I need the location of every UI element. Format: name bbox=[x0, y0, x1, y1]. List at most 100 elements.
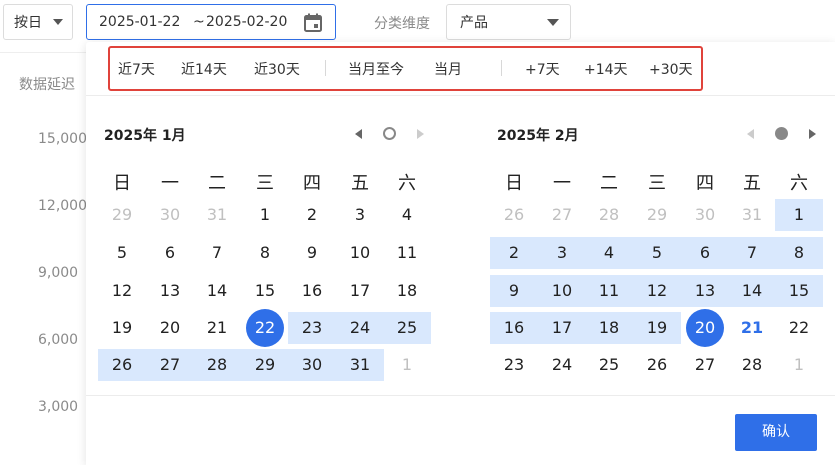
calendar-day[interactable]: 19 bbox=[103, 312, 141, 344]
date-end-value: 2025-02-20 bbox=[206, 14, 288, 30]
calendar-day[interactable]: 12 bbox=[103, 275, 141, 307]
next-month-icon[interactable] bbox=[809, 129, 816, 139]
calendar-day[interactable]: 30 bbox=[151, 199, 189, 231]
chevron-down-icon bbox=[53, 19, 63, 25]
calendar-day[interactable]: 20 bbox=[151, 312, 189, 344]
calendar-day[interactable]: 16 bbox=[495, 312, 533, 344]
calendar-day[interactable]: 21 bbox=[198, 312, 236, 344]
calendar-day[interactable]: 30 bbox=[686, 199, 724, 231]
calendar-day[interactable]: 31 bbox=[198, 199, 236, 231]
calendar-day[interactable]: 23 bbox=[495, 349, 533, 381]
calendar-day[interactable]: 24 bbox=[341, 312, 379, 344]
calendar-day[interactable]: 7 bbox=[733, 237, 771, 269]
calendar-day[interactable]: 28 bbox=[590, 199, 628, 231]
selected-day[interactable]: 20 bbox=[686, 309, 724, 347]
calendar-day[interactable]: 18 bbox=[590, 312, 628, 344]
current-month-icon[interactable] bbox=[383, 127, 396, 140]
chevron-down-icon bbox=[547, 19, 559, 26]
divider bbox=[325, 60, 326, 76]
calendar-day[interactable]: 28 bbox=[198, 349, 236, 381]
quick-range-plus7[interactable]: +7天 bbox=[525, 59, 560, 79]
quick-range-plus30[interactable]: +30天 bbox=[649, 59, 693, 79]
calendar-day[interactable]: 24 bbox=[543, 349, 581, 381]
quick-range-plus14[interactable]: +14天 bbox=[584, 59, 628, 79]
y-tick: 15,000 bbox=[38, 131, 87, 147]
quick-range-last30[interactable]: 近30天 bbox=[254, 59, 300, 79]
calendar-day[interactable]: 23 bbox=[293, 312, 331, 344]
calendar-day[interactable]: 6 bbox=[686, 237, 724, 269]
calendar-day[interactable]: 15 bbox=[780, 275, 818, 307]
calendar-day[interactable]: 5 bbox=[638, 237, 676, 269]
calendar-day[interactable]: 11 bbox=[388, 237, 426, 269]
quick-range-last14[interactable]: 近14天 bbox=[181, 59, 227, 79]
calendar-day[interactable]: 28 bbox=[733, 349, 771, 381]
quick-range-this-month[interactable]: 当月 bbox=[434, 59, 462, 79]
weekday-label: 五 bbox=[743, 173, 761, 194]
calendar-day[interactable]: 1 bbox=[780, 199, 818, 231]
calendar-day[interactable]: 16 bbox=[293, 275, 331, 307]
calendar-day[interactable]: 1 bbox=[388, 349, 426, 381]
calendar-icon[interactable] bbox=[304, 13, 322, 32]
calendar-day[interactable]: 25 bbox=[388, 312, 426, 344]
granularity-select[interactable]: 按日 bbox=[3, 4, 73, 40]
calendar-day[interactable]: 31 bbox=[733, 199, 771, 231]
calendar-day[interactable]: 17 bbox=[341, 275, 379, 307]
calendar-day[interactable]: 3 bbox=[341, 199, 379, 231]
quick-range-month-to-date[interactable]: 当月至今 bbox=[348, 59, 404, 79]
calendar-day[interactable]: 26 bbox=[103, 349, 141, 381]
calendar-day[interactable]: 14 bbox=[733, 275, 771, 307]
calendar-day[interactable]: 25 bbox=[590, 349, 628, 381]
calendar-day[interactable]: 4 bbox=[590, 237, 628, 269]
calendar-day[interactable]: 2 bbox=[495, 237, 533, 269]
calendar-day[interactable]: 12 bbox=[638, 275, 676, 307]
selected-day[interactable]: 22 bbox=[246, 309, 284, 347]
calendar-day[interactable]: 14 bbox=[198, 275, 236, 307]
calendar-day[interactable]: 2 bbox=[293, 199, 331, 231]
calendar-day[interactable]: 17 bbox=[543, 312, 581, 344]
calendar-day[interactable]: 1 bbox=[780, 349, 818, 381]
calendar-day[interactable]: 4 bbox=[388, 199, 426, 231]
calendar-day[interactable]: 19 bbox=[638, 312, 676, 344]
calendar-day[interactable]: 31 bbox=[341, 349, 379, 381]
calendar-day[interactable]: 10 bbox=[341, 237, 379, 269]
calendar-day[interactable]: 9 bbox=[293, 237, 331, 269]
divider bbox=[86, 395, 835, 396]
calendar-day[interactable]: 27 bbox=[686, 349, 724, 381]
calendar-day[interactable]: 26 bbox=[638, 349, 676, 381]
calendar-day[interactable]: 27 bbox=[543, 199, 581, 231]
calendar-day[interactable]: 21 bbox=[733, 312, 771, 344]
calendar-day[interactable]: 6 bbox=[151, 237, 189, 269]
calendar-day[interactable]: 10 bbox=[543, 275, 581, 307]
calendar-day[interactable]: 5 bbox=[103, 237, 141, 269]
calendar-day[interactable]: 7 bbox=[198, 237, 236, 269]
calendar-day[interactable]: 8 bbox=[246, 237, 284, 269]
confirm-button[interactable]: 确认 bbox=[735, 414, 817, 451]
calendar-day[interactable]: 27 bbox=[151, 349, 189, 381]
calendar-day[interactable]: 29 bbox=[103, 199, 141, 231]
calendar-day[interactable]: 13 bbox=[686, 275, 724, 307]
prev-month-icon[interactable] bbox=[747, 129, 754, 139]
calendar-day[interactable]: 11 bbox=[590, 275, 628, 307]
calendar-day[interactable]: 22 bbox=[780, 312, 818, 344]
calendar-day[interactable]: 9 bbox=[495, 275, 533, 307]
prev-month-icon[interactable] bbox=[355, 129, 362, 139]
calendar-day[interactable]: 18 bbox=[388, 275, 426, 307]
calendar-day[interactable]: 26 bbox=[495, 199, 533, 231]
calendar-day[interactable]: 8 bbox=[780, 237, 818, 269]
current-month-icon[interactable] bbox=[775, 127, 788, 140]
category-label: 分类维度 bbox=[374, 16, 430, 32]
category-select[interactable]: 产品 bbox=[446, 4, 571, 40]
next-month-icon[interactable] bbox=[417, 129, 424, 139]
divider bbox=[0, 52, 90, 53]
calendar-day[interactable]: 13 bbox=[151, 275, 189, 307]
calendar-day[interactable]: 15 bbox=[246, 275, 284, 307]
calendar-day[interactable]: 29 bbox=[246, 349, 284, 381]
quick-range-last7[interactable]: 近7天 bbox=[118, 59, 155, 79]
calendar-day[interactable]: 3 bbox=[543, 237, 581, 269]
latency-label: 数据延迟 bbox=[19, 77, 75, 93]
calendar-day[interactable]: 30 bbox=[293, 349, 331, 381]
calendar-day[interactable]: 1 bbox=[246, 199, 284, 231]
date-range-input[interactable]: 2025-01-22 ~ 2025-02-20 bbox=[86, 4, 336, 40]
date-start-value: 2025-01-22 bbox=[99, 14, 181, 30]
calendar-day[interactable]: 29 bbox=[638, 199, 676, 231]
